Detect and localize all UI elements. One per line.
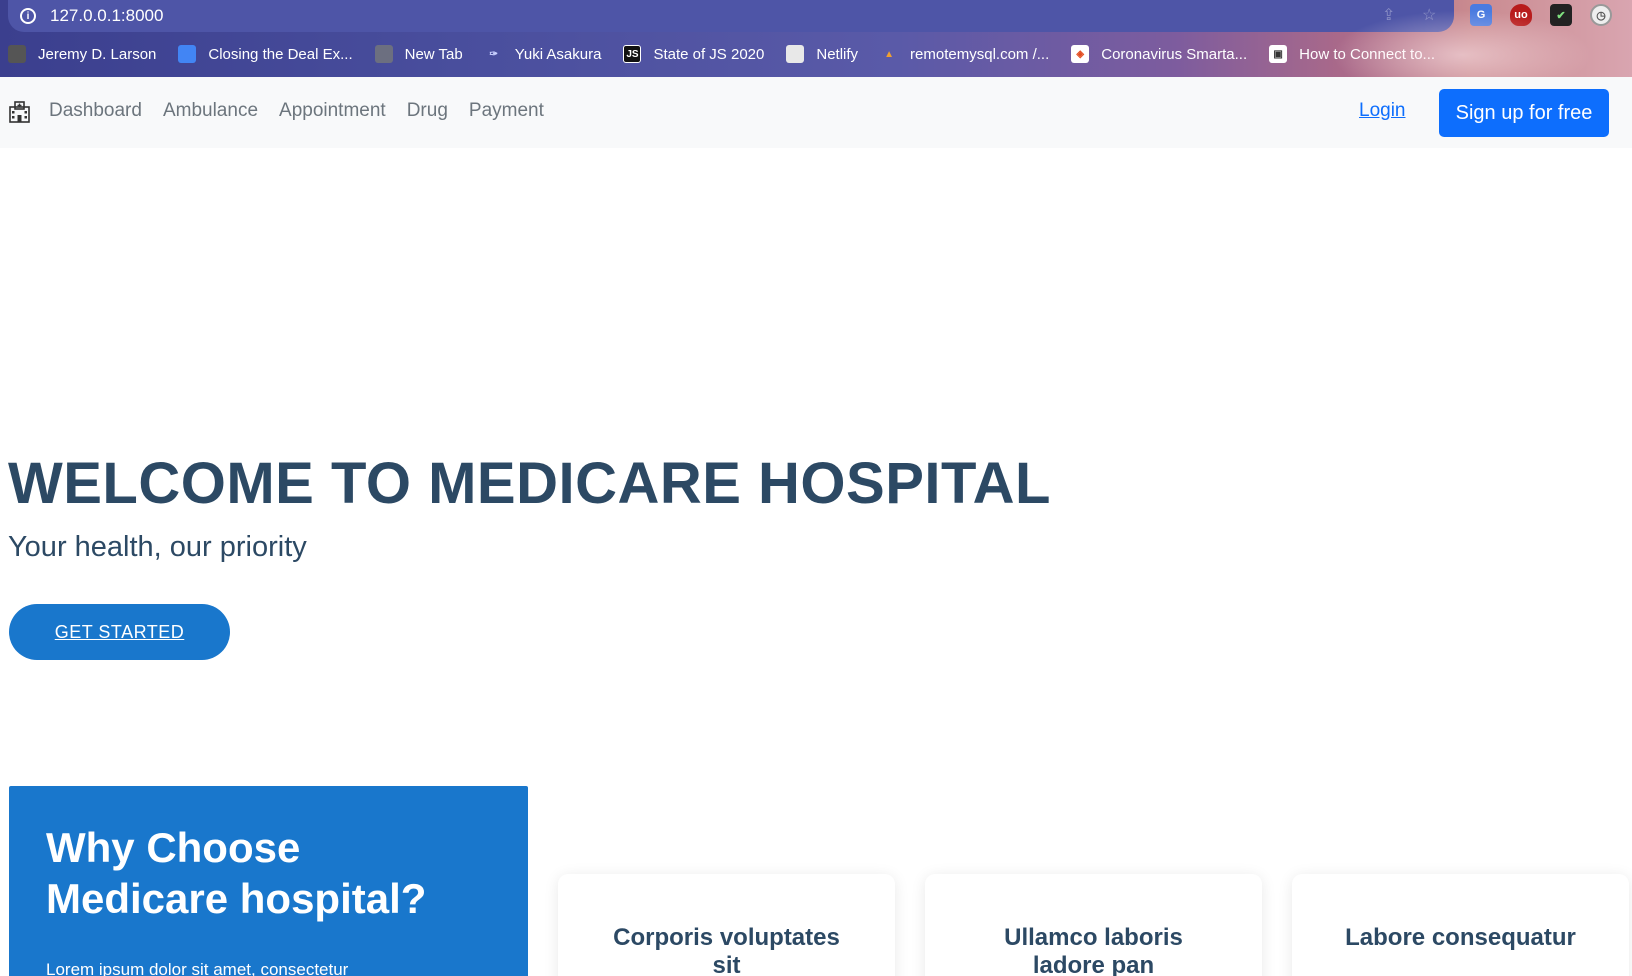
bookmark-item[interactable]: Closing the Deal Ex... xyxy=(178,45,353,63)
card-title-line: Labore consequatur xyxy=(1345,924,1576,951)
feature-card: Labore consequatur xyxy=(1292,874,1629,976)
signup-button[interactable]: Sign up for free xyxy=(1439,89,1609,137)
hero-title: WELCOME TO MEDICARE HOSPITAL xyxy=(8,451,1051,516)
bookmark-label: State of JS 2020 xyxy=(653,45,765,63)
bookmark-label: Closing the Deal Ex... xyxy=(208,45,353,63)
cube-icon xyxy=(8,45,26,63)
bookmarks-bar: Jeremy D. Larson Closing the Deal Ex... … xyxy=(0,36,1632,72)
browser-chrome: i 127.0.0.1:8000 ⇪ ☆ G uo ✔ ◷ Jeremy D. … xyxy=(0,0,1632,77)
bookmark-item[interactable]: ▲ remotemysql.com /... xyxy=(880,45,1049,63)
ublock-icon[interactable]: uo xyxy=(1510,4,1532,26)
bookmark-item[interactable]: Netlify xyxy=(786,45,858,63)
disk-icon: ▣ xyxy=(1269,45,1288,63)
why-choose-box: Why Choose Medicare hospital? Lorem ipsu… xyxy=(9,786,528,976)
get-started-button[interactable]: GET STARTED xyxy=(9,604,230,660)
doc-icon xyxy=(178,45,197,63)
why-title-line: Why Choose xyxy=(46,824,301,871)
main-navbar: Dashboard Ambulance Appointment Drug Pay… xyxy=(0,77,1632,148)
nav-link-payment[interactable]: Payment xyxy=(469,100,544,122)
card-title-line: Corporis voluptates xyxy=(613,924,840,951)
nav-link-appointment[interactable]: Appointment xyxy=(279,100,386,122)
bookmark-item[interactable]: ▣ How to Connect to... xyxy=(1269,45,1435,63)
address-bar[interactable]: i 127.0.0.1:8000 ⇪ ☆ xyxy=(8,0,1454,32)
timer-extension-icon[interactable]: ◷ xyxy=(1590,4,1612,26)
bookmark-label: remotemysql.com /... xyxy=(910,45,1050,63)
bookmark-label: Jeremy D. Larson xyxy=(38,45,157,63)
card-title-line: ladore pan xyxy=(1032,952,1155,976)
bookmark-label: Coronavirus Smarta... xyxy=(1101,45,1248,63)
share-icon[interactable]: ⇪ xyxy=(1382,7,1400,25)
js-icon: JS xyxy=(623,45,642,63)
extension-bar: G uo ✔ ◷ xyxy=(1470,4,1612,26)
google-translate-icon[interactable]: G xyxy=(1470,4,1492,26)
phpmyadmin-icon: ▲ xyxy=(884,48,894,60)
nav-link-ambulance[interactable]: Ambulance xyxy=(163,100,258,122)
hospital-icon[interactable] xyxy=(9,101,30,123)
why-title-line: Medicare hospital? xyxy=(46,875,427,922)
feature-card-title: Corporis voluptates sit xyxy=(558,924,895,976)
card-title-line: sit xyxy=(712,952,741,976)
yuki-icon: ✑ xyxy=(489,48,498,60)
hero-subtitle: Your health, our priority xyxy=(8,531,307,563)
netlify-icon xyxy=(786,45,805,63)
login-link[interactable]: Login xyxy=(1359,100,1406,122)
bookmark-item[interactable]: ◈ Coronavirus Smarta... xyxy=(1071,45,1247,63)
why-choose-title: Why Choose Medicare hospital? xyxy=(46,822,491,924)
bookmark-star-icon[interactable]: ☆ xyxy=(1422,7,1440,25)
checkmark-extension-icon[interactable]: ✔ xyxy=(1550,4,1572,26)
nav-link-drug[interactable]: Drug xyxy=(407,100,448,122)
globe-icon xyxy=(374,45,393,63)
bookmark-label: Netlify xyxy=(816,45,859,63)
bookmark-label: How to Connect to... xyxy=(1299,45,1436,63)
why-choose-text: Lorem ipsum dolor sit amet, consectetur xyxy=(46,960,349,976)
bookmark-item[interactable]: New Tab xyxy=(374,45,463,63)
feature-card: Ullamco laboris ladore pan xyxy=(925,874,1262,976)
bookmark-label: Yuki Asakura xyxy=(514,45,602,63)
bookmark-label: New Tab xyxy=(404,45,463,63)
corona-icon: ◈ xyxy=(1071,45,1090,63)
feature-card-title: Ullamco laboris ladore pan xyxy=(925,924,1262,976)
bookmark-item[interactable]: ✑ Yuki Asakura xyxy=(485,45,602,63)
nav-links: Dashboard Ambulance Appointment Drug Pay… xyxy=(49,100,544,122)
bookmark-item[interactable]: Jeremy D. Larson xyxy=(8,45,156,63)
card-title-line: Ullamco laboris xyxy=(1004,924,1183,951)
url-text[interactable]: 127.0.0.1:8000 xyxy=(50,6,163,26)
bookmark-item[interactable]: JS State of JS 2020 xyxy=(623,45,764,63)
feature-card-title: Labore consequatur xyxy=(1292,924,1629,952)
nav-link-dashboard[interactable]: Dashboard xyxy=(49,100,142,122)
site-info-icon[interactable]: i xyxy=(20,8,36,24)
feature-card: Corporis voluptates sit xyxy=(558,874,895,976)
